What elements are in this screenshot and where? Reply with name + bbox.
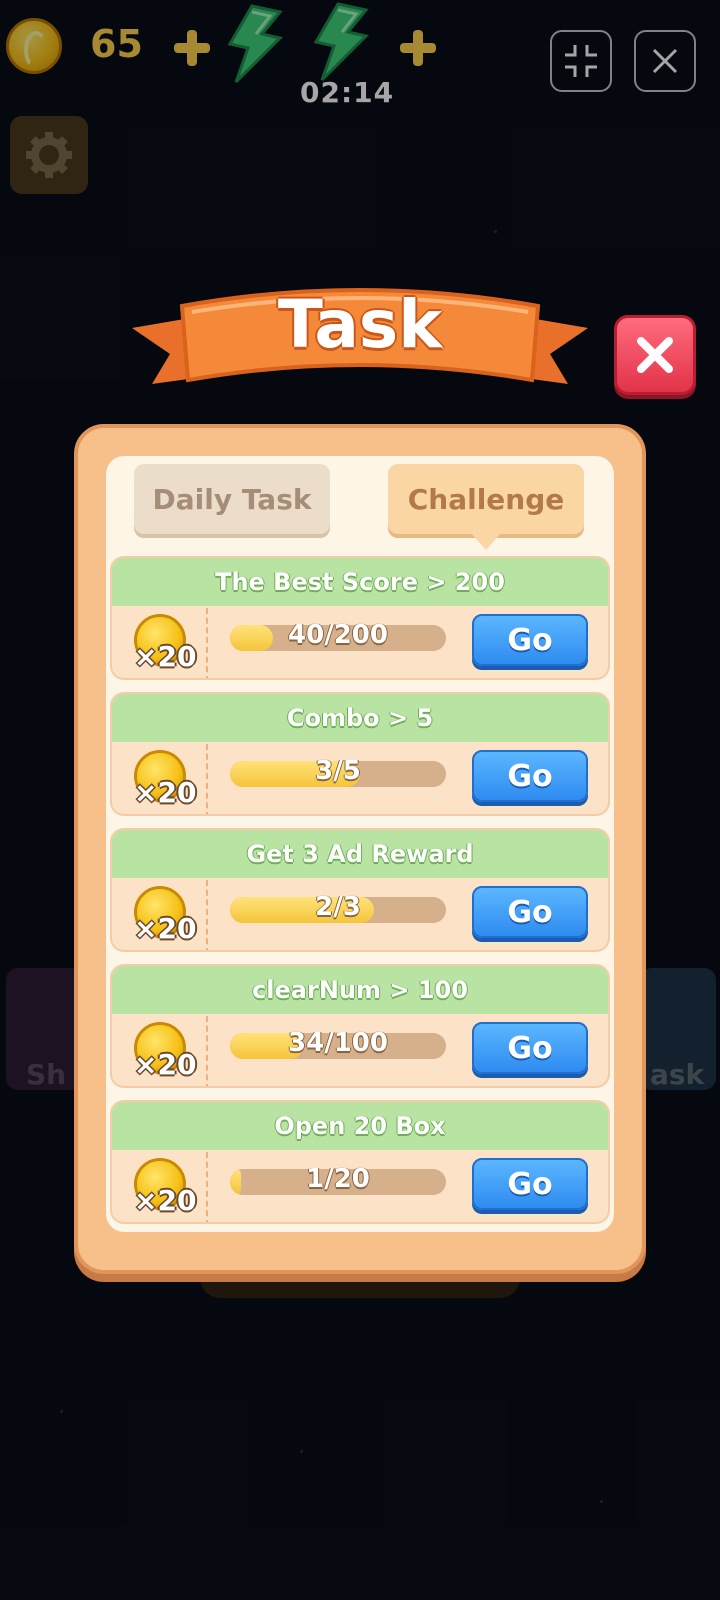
tab-challenge[interactable]: Challenge	[388, 464, 584, 534]
divider	[206, 880, 208, 950]
go-button[interactable]: Go	[472, 1158, 588, 1210]
progress-text: 1/20	[306, 1164, 370, 1194]
dialog-title: Task	[277, 286, 443, 363]
reward-amount: ×20	[134, 640, 197, 673]
go-button[interactable]: Go	[472, 614, 588, 666]
reward-amount: ×20	[134, 912, 197, 945]
task-title: The Best Score > 200	[112, 558, 608, 606]
task-panel-inner: Daily Task Challenge The Best Score > 20…	[106, 456, 614, 1232]
task-row: Get 3 Ad Reward ×20 2/3 Go	[110, 828, 610, 952]
task-title: clearNum > 100	[112, 966, 608, 1014]
reward-amount: ×20	[134, 776, 197, 809]
reward-amount: ×20	[134, 1048, 197, 1081]
close-icon	[637, 337, 673, 373]
task-row: Combo > 5 ×20 3/5 Go	[110, 692, 610, 816]
divider	[206, 608, 208, 678]
divider	[206, 744, 208, 814]
task-title: Get 3 Ad Reward	[112, 830, 608, 878]
go-button[interactable]: Go	[472, 750, 588, 802]
task-row: The Best Score > 200 ×20 40/200 Go	[110, 556, 610, 680]
progress-text: 3/5	[315, 756, 361, 786]
divider	[206, 1152, 208, 1222]
tab-daily-task[interactable]: Daily Task	[134, 464, 330, 534]
go-button[interactable]: Go	[472, 886, 588, 938]
dialog-close-button[interactable]	[614, 315, 696, 395]
progress-text: 2/3	[315, 892, 361, 922]
task-panel: Daily Task Challenge The Best Score > 20…	[74, 424, 646, 1274]
progress-text: 34/100	[288, 1028, 388, 1058]
progress-text: 40/200	[288, 620, 388, 650]
task-title: Open 20 Box	[112, 1102, 608, 1150]
task-row: Open 20 Box ×20 1/20 Go	[110, 1100, 610, 1224]
task-row: clearNum > 100 ×20 34/100 Go	[110, 964, 610, 1088]
tab-pointer	[472, 534, 500, 550]
task-title: Combo > 5	[112, 694, 608, 742]
reward-amount: ×20	[134, 1184, 197, 1217]
divider	[206, 1016, 208, 1086]
go-button[interactable]: Go	[472, 1022, 588, 1074]
